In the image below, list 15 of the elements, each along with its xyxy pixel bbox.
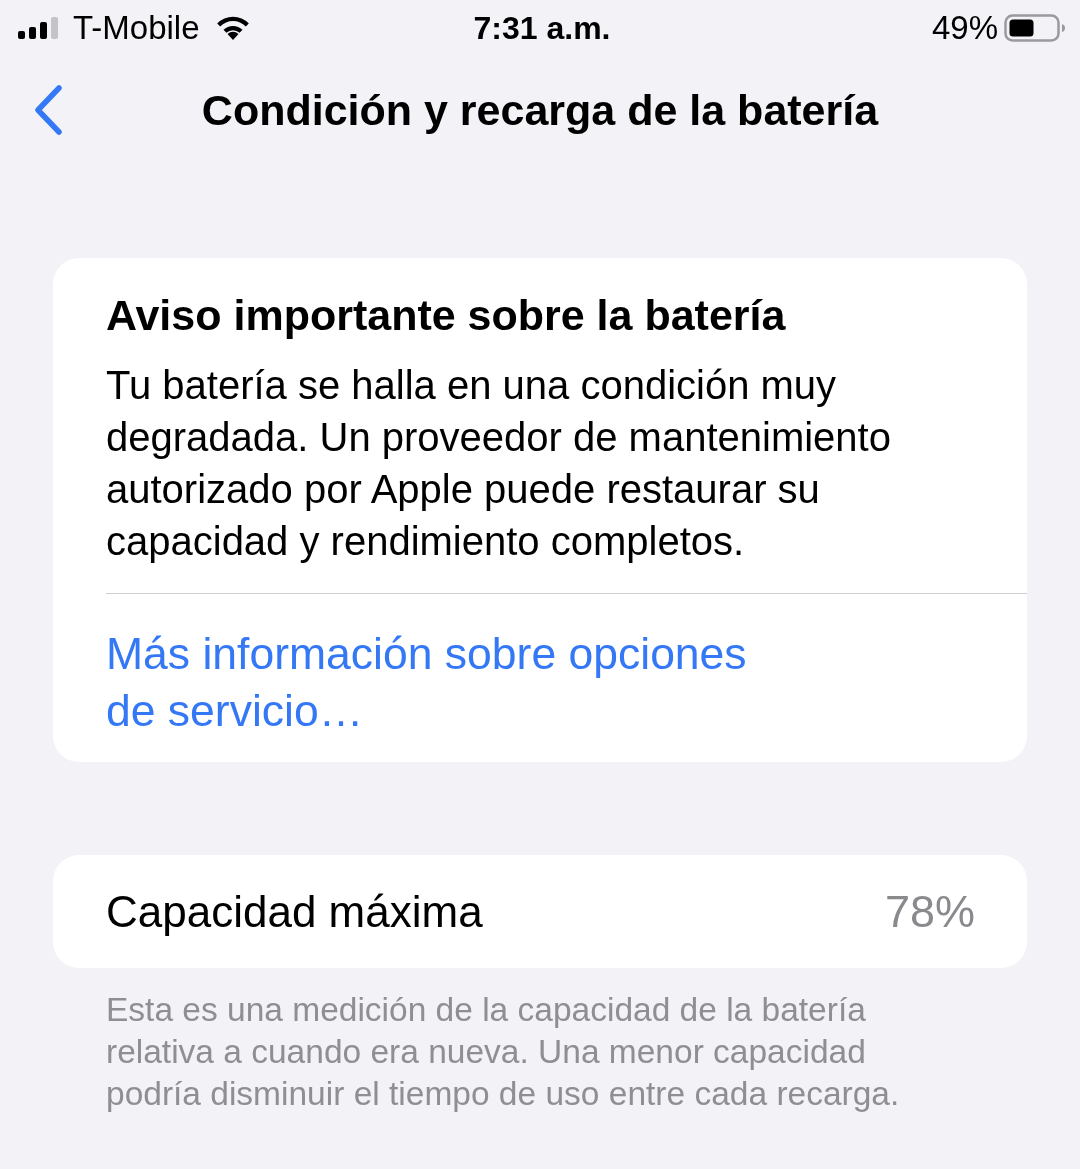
- battery-icon: [1004, 14, 1066, 42]
- wifi-icon: [215, 16, 250, 40]
- page-title: Condición y recarga de la batería: [201, 85, 879, 135]
- notice-text: Tu batería se halla en una condición muy degradada. Un proveedor de mantenimiento autorizado por Apple puede restaurar su capacidad y rendimiento completos.: [106, 362, 892, 565]
- capacity-value: 78%: [884, 885, 975, 938]
- battery-percentage: 49%: [931, 9, 998, 47]
- back-chevron-icon: [33, 85, 63, 135]
- notice-title: Aviso importante sobre la batería: [106, 291, 787, 339]
- capacity-label: Capacidad máxima: [106, 886, 483, 937]
- cellular-signal-icon: [18, 17, 60, 39]
- carrier-name: T-Mobile: [73, 9, 200, 47]
- status-time: 7:31 a.m.: [473, 9, 611, 47]
- back-button[interactable]: [33, 85, 63, 135]
- service-options-link[interactable]: Más información sobre opciones de servicio…: [106, 625, 776, 739]
- capacity-footnote: Esta es una medición de la capacidad de la batería relativa a cuando era nueva. Una menor capacidad podría disminuir el tiempo de uso entre cada recarga.: [106, 990, 901, 1114]
